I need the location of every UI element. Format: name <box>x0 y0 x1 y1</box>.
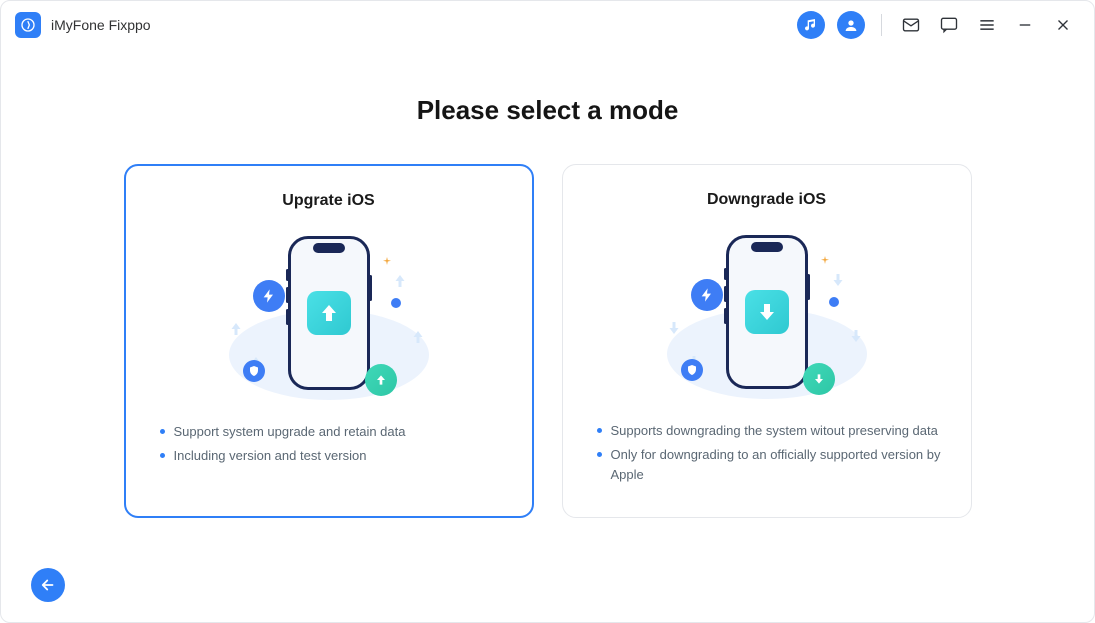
feature-list: Support system upgrade and retain data I… <box>156 422 502 470</box>
downgrade-illustration <box>647 227 887 407</box>
feedback-icon[interactable] <box>936 12 962 38</box>
music-promo-icon[interactable] <box>797 11 825 39</box>
app-title: iMyFone Fixppo <box>51 17 151 33</box>
titlebar-controls <box>797 11 1076 39</box>
mode-card-upgrade[interactable]: Upgrate iOS <box>124 164 534 518</box>
mode-row: Upgrate iOS <box>41 164 1054 518</box>
minimize-icon[interactable] <box>1012 12 1038 38</box>
page-title: Please select a mode <box>41 95 1054 126</box>
arrow-up-circle-icon <box>365 364 397 396</box>
dot-icon <box>829 297 839 307</box>
menu-icon[interactable] <box>974 12 1000 38</box>
titlebar-divider <box>881 14 882 36</box>
feature-item: Supports downgrading the system witout p… <box>593 421 941 441</box>
bolt-icon <box>691 279 723 311</box>
arrow-up-icon <box>307 291 351 335</box>
shield-icon <box>243 360 265 382</box>
arrow-down-icon <box>745 290 789 334</box>
back-button[interactable] <box>31 568 65 602</box>
account-icon[interactable] <box>837 11 865 39</box>
mode-title: Upgrate iOS <box>282 192 374 210</box>
titlebar: iMyFone Fixppo <box>1 1 1094 49</box>
app-window: iMyFone Fixppo <box>0 0 1095 623</box>
dot-icon <box>391 298 401 308</box>
feature-item: Only for downgrading to an officially su… <box>593 445 941 485</box>
mode-title: Downgrade iOS <box>707 191 826 209</box>
bolt-icon <box>253 280 285 312</box>
mode-card-downgrade[interactable]: Downgrade iOS <box>562 164 972 518</box>
mail-icon[interactable] <box>898 12 924 38</box>
sparkle-icon <box>819 255 831 267</box>
feature-list: Supports downgrading the system witout p… <box>593 421 941 489</box>
arrow-down-circle-icon <box>803 363 835 395</box>
content-area: Please select a mode Upgrate iOS <box>1 49 1094 622</box>
feature-item: Including version and test version <box>156 446 502 466</box>
sparkle-icon <box>381 256 393 268</box>
shield-icon <box>681 359 703 381</box>
close-icon[interactable] <box>1050 12 1076 38</box>
app-logo-icon <box>15 12 41 38</box>
arrow-left-icon <box>39 576 57 594</box>
feature-item: Support system upgrade and retain data <box>156 422 502 442</box>
upgrade-illustration <box>209 228 449 408</box>
